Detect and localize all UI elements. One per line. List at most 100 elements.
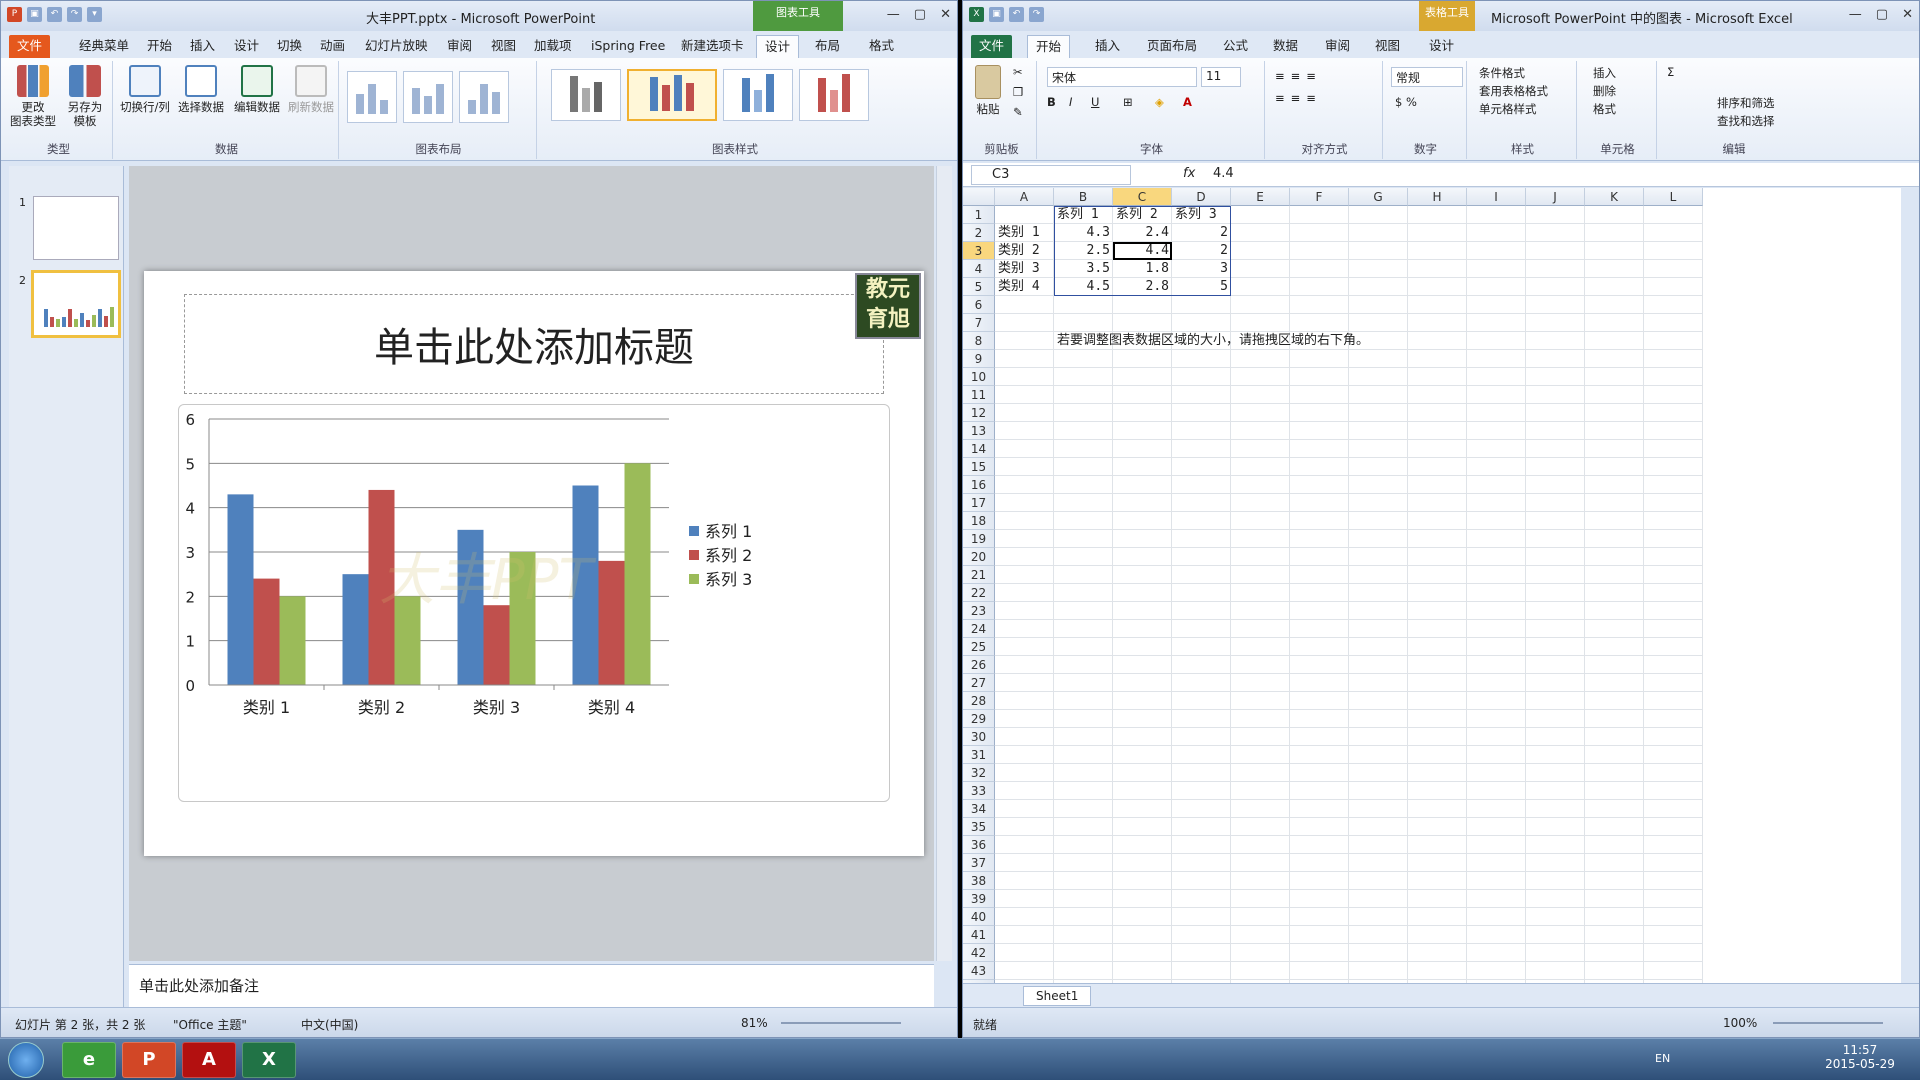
row-header-36[interactable]: 36	[963, 836, 995, 854]
row-header-4[interactable]: 4	[963, 260, 995, 278]
column-header-C[interactable]: C	[1113, 188, 1172, 206]
legend-label-3[interactable]: 系列 3	[705, 570, 752, 589]
xl-tab-insert[interactable]: 插入	[1087, 35, 1128, 58]
cell-note[interactable]: 若要调整图表数据区域的大小，请拖拽区域的右下角。	[1054, 332, 1372, 350]
row-header-32[interactable]: 32	[963, 764, 995, 782]
cut-icon[interactable]: ✂	[1013, 65, 1023, 79]
change-chart-type-button[interactable]: 更改 图表类型	[9, 65, 57, 128]
row-header-1[interactable]: 1	[963, 206, 995, 224]
format-painter-icon[interactable]: ✎	[1013, 105, 1023, 119]
xl-app-icon[interactable]: X	[969, 7, 984, 22]
row-header-25[interactable]: 25	[963, 638, 995, 656]
cell-styles-button[interactable]: 单元格样式	[1479, 101, 1537, 117]
tab-chart-format[interactable]: 格式	[861, 35, 902, 58]
cell-r5-c3[interactable]: 5	[1172, 278, 1231, 296]
slide-2[interactable]: 单击此处添加标题 教元 育旭 0 1 2 3 4 5 6 类别 1 类别 2 类别 3 类别 4 系列 …	[144, 271, 924, 856]
select-data-button[interactable]: 选择数据	[175, 65, 227, 114]
maximize-icon[interactable]: ▢	[914, 7, 926, 22]
row-header-16[interactable]: 16	[963, 476, 995, 494]
tab-file[interactable]: 文件	[9, 35, 51, 58]
tray-language[interactable]: EN	[1655, 1052, 1670, 1065]
tab-view[interactable]: 视图	[483, 35, 524, 58]
column-header-J[interactable]: J	[1526, 188, 1585, 206]
conditional-format-button[interactable]: 条件格式	[1479, 65, 1525, 81]
y-tick-label[interactable]: 2	[185, 588, 195, 606]
cell-r3-c3[interactable]: 2	[1172, 242, 1231, 260]
legend-swatch-3[interactable]	[689, 574, 699, 584]
row-header-27[interactable]: 27	[963, 674, 995, 692]
taskbar-browser-icon[interactable]: e	[62, 1042, 116, 1078]
xl-minimize-icon[interactable]: —	[1849, 7, 1862, 22]
minimize-icon[interactable]: —	[887, 7, 900, 22]
row-header-34[interactable]: 34	[963, 800, 995, 818]
row-header-33[interactable]: 33	[963, 782, 995, 800]
sheet-tab-sheet1[interactable]: Sheet1	[1023, 986, 1092, 1006]
notes-pane[interactable]: 单击此处添加备注	[129, 964, 934, 1009]
row-header-23[interactable]: 23	[963, 602, 995, 620]
row-header-30[interactable]: 30	[963, 728, 995, 746]
row-header-17[interactable]: 17	[963, 494, 995, 512]
insert-cells-button[interactable]: 插入	[1593, 65, 1616, 81]
bar-chart[interactable]: 0 1 2 3 4 5 6 类别 1 类别 2 类别 3 类别 4 系列 1 系列 2 系列 3	[179, 405, 891, 803]
cell-r5-c2[interactable]: 2.8	[1113, 278, 1172, 296]
xl-tab-design[interactable]: 设计	[1421, 35, 1462, 58]
row-header-11[interactable]: 11	[963, 386, 995, 404]
find-select-button[interactable]: 查找和选择	[1717, 113, 1775, 129]
taskbar-excel-icon[interactable]: X	[242, 1042, 296, 1078]
column-header-G[interactable]: G	[1349, 188, 1408, 206]
fill-color-icon[interactable]: ◈	[1155, 95, 1164, 109]
tab-home[interactable]: 开始	[139, 35, 180, 58]
cell-r3-c0[interactable]: 类别 2	[995, 242, 1054, 260]
tab-animations[interactable]: 动画	[312, 35, 353, 58]
row-header-43[interactable]: 43	[963, 962, 995, 980]
xl-tab-review[interactable]: 审阅	[1317, 35, 1358, 58]
status-language[interactable]: 中文(中国)	[301, 1016, 358, 1033]
xl-tab-formulas[interactable]: 公式	[1215, 35, 1256, 58]
cell-header-2[interactable]: 系列 2	[1113, 206, 1172, 224]
ppt-app-icon[interactable]: P	[7, 7, 22, 22]
row-header-37[interactable]: 37	[963, 854, 995, 872]
tab-addins[interactable]: 加载项	[526, 35, 580, 58]
xl-close-icon[interactable]: ✕	[1902, 7, 1913, 22]
bar-3-2[interactable]	[394, 596, 421, 685]
x-tick-label[interactable]: 类别 3	[473, 698, 520, 717]
cell-r2-c1[interactable]: 4.3	[1054, 224, 1113, 242]
close-icon[interactable]: ✕	[940, 7, 951, 22]
taskbar-pdf-icon[interactable]: A	[182, 1042, 236, 1078]
undo-icon[interactable]: ↶	[47, 7, 62, 22]
row-header-13[interactable]: 13	[963, 422, 995, 440]
cell-r4-c1[interactable]: 3.5	[1054, 260, 1113, 278]
layout-option-3[interactable]	[459, 71, 509, 123]
row-header-6[interactable]: 6	[963, 296, 995, 314]
row-header-40[interactable]: 40	[963, 908, 995, 926]
column-header-F[interactable]: F	[1290, 188, 1349, 206]
delete-cells-button[interactable]: 删除	[1593, 83, 1616, 99]
worksheet-grid[interactable]: A B C D E F G H I J K L 1 2 3 4 5 6 7 8 9 10 11 12 13 14 15 16 17 18 1…	[963, 188, 1901, 983]
tab-classic-menu[interactable]: 经典菜单	[71, 35, 137, 58]
select-all-corner[interactable]	[963, 188, 995, 206]
chart-frame[interactable]: 0 1 2 3 4 5 6 类别 1 类别 2 类别 3 类别 4 系列 1 系列 2 系列 3 大丰PP…	[178, 404, 890, 802]
align-top-icons[interactable]: ≡≡≡	[1275, 69, 1322, 83]
bar-2-1[interactable]	[253, 578, 280, 685]
row-header-10[interactable]: 10	[963, 368, 995, 386]
cell-r4-c3[interactable]: 3	[1172, 260, 1231, 278]
row-header-22[interactable]: 22	[963, 584, 995, 602]
fx-icon[interactable]: fx	[1183, 166, 1195, 181]
column-header-K[interactable]: K	[1585, 188, 1644, 206]
zoom-slider[interactable]	[781, 1022, 901, 1024]
bar-2-4[interactable]	[598, 560, 625, 685]
xl-tab-view[interactable]: 视图	[1367, 35, 1408, 58]
slide-vertical-scrollbar[interactable]	[936, 166, 952, 961]
border-icon[interactable]: ⊞	[1123, 95, 1133, 109]
xl-tab-page-layout[interactable]: 页面布局	[1139, 35, 1205, 58]
legend-label-1[interactable]: 系列 1	[705, 522, 752, 541]
bar-1-4[interactable]	[572, 485, 599, 686]
x-tick-label[interactable]: 类别 2	[358, 698, 405, 717]
number-format-select[interactable]: 常规	[1391, 67, 1463, 87]
align-horizontal-icons[interactable]: ≡≡≡	[1275, 91, 1322, 105]
tab-chart-layout[interactable]: 布局	[807, 35, 848, 58]
row-header-9[interactable]: 9	[963, 350, 995, 368]
xl-tab-file[interactable]: 文件	[971, 35, 1013, 58]
xl-zoom-slider[interactable]	[1773, 1022, 1883, 1024]
x-tick-label[interactable]: 类别 4	[588, 698, 635, 717]
